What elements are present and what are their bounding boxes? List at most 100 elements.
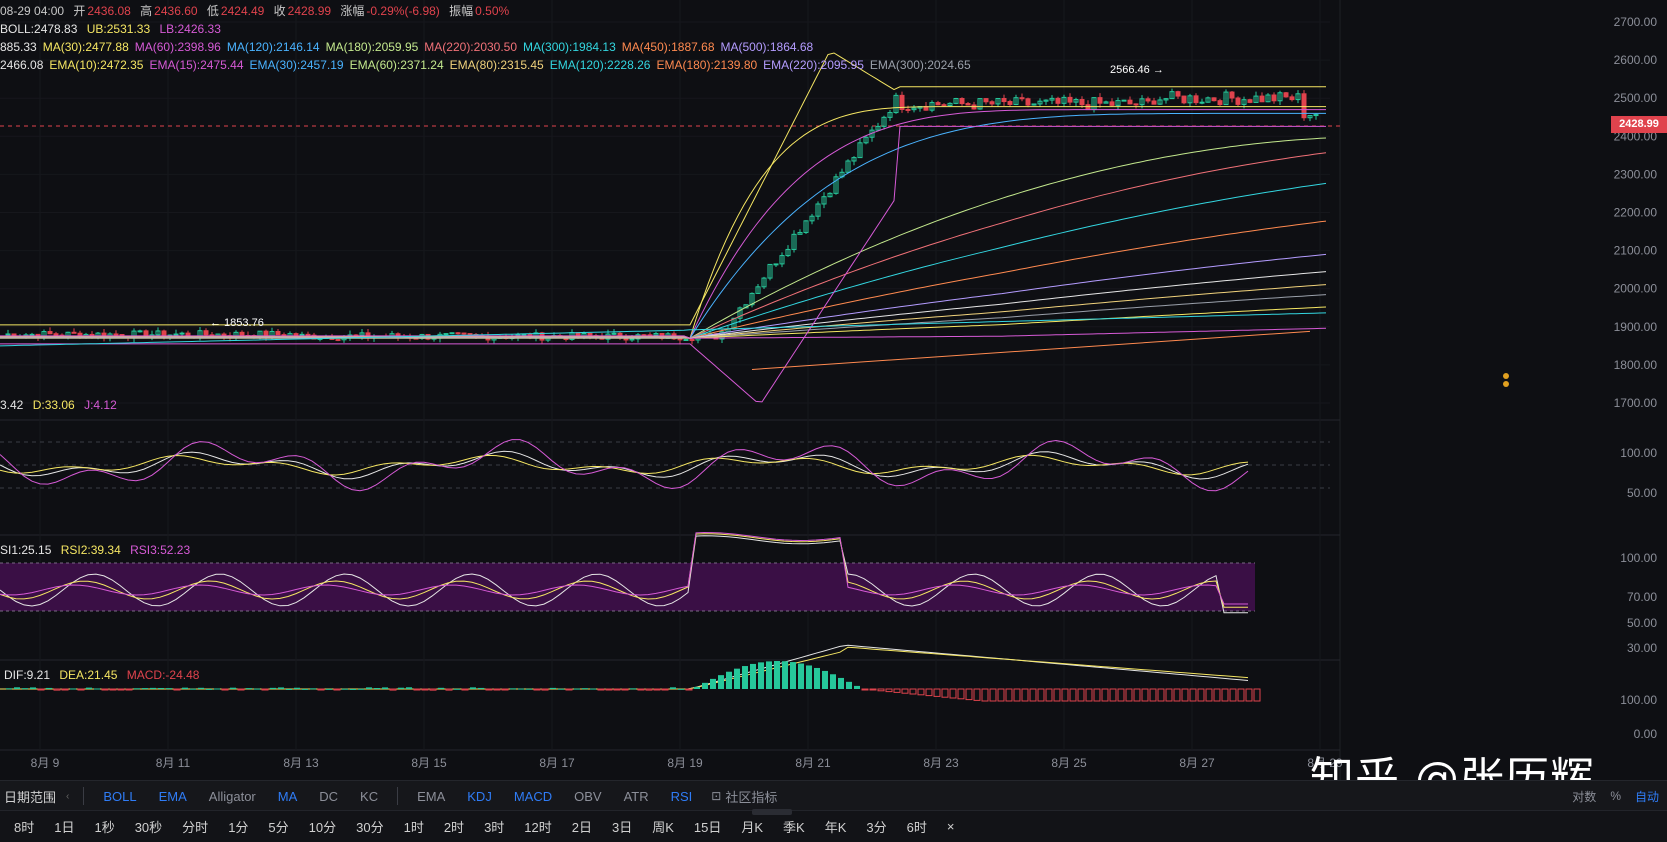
- macd-histogram-bar: [206, 688, 212, 690]
- macd-histogram-bar: [221, 688, 229, 691]
- macd-histogram-bar: [630, 688, 636, 690]
- candle-body: [1127, 99, 1133, 105]
- macd-histogram-bar: [342, 688, 348, 690]
- indicator-ema[interactable]: EMA: [417, 789, 445, 804]
- rsi-tick: 100.00: [1620, 551, 1657, 565]
- candle-body: [1211, 97, 1217, 102]
- indicator-boll[interactable]: BOLL: [103, 789, 136, 804]
- community-indicators-button[interactable]: 社区指标: [725, 787, 777, 806]
- macd-histogram-bar: [317, 688, 325, 691]
- timeframe-月K[interactable]: 月K: [741, 817, 763, 836]
- timeframe-5分[interactable]: 5分: [268, 817, 288, 836]
- macd-histogram-bar: [653, 688, 661, 691]
- macd-histogram-bar: [302, 688, 308, 690]
- timeframe-10分[interactable]: 10分: [309, 817, 336, 836]
- macd-histogram-bar: [6, 688, 12, 690]
- candle-body: [1301, 93, 1307, 119]
- macd-histogram-bar: [550, 687, 556, 689]
- indicator-ema[interactable]: EMA: [159, 789, 187, 804]
- timeframe-8时[interactable]: 8时: [14, 817, 34, 836]
- timeframe-1时[interactable]: 1时: [404, 817, 424, 836]
- timeframe-分时[interactable]: 分时: [182, 817, 208, 836]
- legend-item: MA(450):1887.68: [621, 40, 715, 54]
- kdj-tick: 50.00: [1627, 486, 1657, 500]
- timeframe-30分[interactable]: 30分: [356, 817, 383, 836]
- indicator-kdj[interactable]: KDJ: [467, 789, 492, 804]
- legend-item: EMA(220):2095.95: [763, 58, 864, 72]
- macd-histogram-bar: [77, 688, 85, 691]
- timeframe-6时[interactable]: 6时: [907, 817, 927, 836]
- macd-histogram-bar: [214, 688, 220, 690]
- candle-body: [1313, 114, 1319, 117]
- macd-histogram-bar: [710, 678, 716, 689]
- candle-body: [179, 332, 185, 335]
- legend-item: EMA(15):2475.44: [149, 58, 244, 72]
- macd-histogram-bar: [661, 688, 669, 691]
- close-icon[interactable]: ×: [947, 819, 955, 834]
- candle-body: [1145, 98, 1151, 102]
- timeframe-3日[interactable]: 3日: [612, 817, 632, 836]
- timeframe-3分[interactable]: 3分: [866, 817, 886, 836]
- macd-histogram-bar: [518, 688, 524, 690]
- candle-body: [689, 339, 695, 342]
- timeframe-季K[interactable]: 季K: [783, 817, 805, 836]
- candle-body: [71, 331, 77, 334]
- date-tick: 8月 23: [923, 756, 959, 770]
- timeframe-30秒[interactable]: 30秒: [135, 817, 162, 836]
- macd-histogram-bar: [838, 677, 844, 689]
- legend-item: EMA(30):2457.19: [249, 58, 344, 72]
- macd-histogram-bar: [421, 688, 429, 691]
- rsi-legend: SI1:25.15 RSI2:39.34 RSI3:52.23: [0, 543, 191, 557]
- auto-scale-toggle[interactable]: 自动: [1635, 788, 1659, 805]
- indicator-macd[interactable]: MACD: [514, 789, 552, 804]
- timeframe-2日[interactable]: 2日: [572, 817, 592, 836]
- candle-body: [959, 98, 965, 105]
- macd-histogram-bar: [726, 671, 732, 689]
- macd-histogram-bar: [310, 688, 316, 690]
- macd-histogram-bar: [533, 688, 541, 691]
- current-price-label: 2428.99: [1611, 116, 1667, 133]
- alert-dot: [1503, 381, 1509, 387]
- date-range-button[interactable]: 日期范围: [4, 787, 56, 806]
- macd-histogram-bar: [854, 685, 860, 689]
- timeframe-3时[interactable]: 3时: [484, 817, 504, 836]
- macd-histogram-bar: [590, 688, 596, 690]
- candle-body: [47, 331, 53, 335]
- indicator-ma[interactable]: MA: [278, 789, 298, 804]
- candle-body: [29, 333, 35, 336]
- candle-body: [1217, 100, 1223, 106]
- timeframe-1分[interactable]: 1分: [228, 817, 248, 836]
- community-indicator-icon[interactable]: ⊡: [711, 789, 721, 803]
- macd-histogram-bar: [382, 687, 388, 689]
- timeframe-15日[interactable]: 15日: [694, 817, 721, 836]
- macd-legend: DIF:9.21 DEA:21.45 MACD:-24.48: [4, 668, 200, 682]
- macd-histogram-bar: [286, 688, 292, 690]
- candle-body: [449, 332, 455, 335]
- timeframe-1秒[interactable]: 1秒: [94, 817, 114, 836]
- indicator-atr[interactable]: ATR: [624, 789, 649, 804]
- collapse-chevron-icon[interactable]: ‹: [66, 791, 69, 802]
- price-tick: 2000.00: [1614, 282, 1658, 296]
- timeframe-年K[interactable]: 年K: [825, 817, 847, 836]
- indicator-alligator[interactable]: Alligator: [209, 789, 256, 804]
- candle-body: [965, 103, 971, 106]
- timeframe-周K[interactable]: 周K: [652, 817, 674, 836]
- date-tick: 8月 19: [667, 756, 703, 770]
- timeframe-2时[interactable]: 2时: [444, 817, 464, 836]
- candle-body: [137, 330, 143, 333]
- candle-body: [275, 330, 281, 336]
- percent-scale-toggle[interactable]: %: [1610, 789, 1621, 803]
- indicator-rsi[interactable]: RSI: [671, 789, 693, 804]
- timeframe-1日[interactable]: 1日: [54, 817, 74, 836]
- drag-handle[interactable]: [752, 809, 792, 815]
- indicator-obv[interactable]: OBV: [574, 789, 601, 804]
- divider: [83, 787, 85, 805]
- log-scale-toggle[interactable]: 对数: [1572, 788, 1596, 805]
- candle-body: [1283, 92, 1289, 98]
- indicator-dc[interactable]: DC: [319, 789, 338, 804]
- timeframe-12时[interactable]: 12时: [524, 817, 551, 836]
- macd-histogram-bar: [750, 663, 756, 689]
- indicator-kc[interactable]: KC: [360, 789, 378, 804]
- kline-chart[interactable]: 2700.002600.002500.002400.002300.002200.…: [0, 0, 1667, 841]
- macd-histogram-bar: [510, 688, 516, 690]
